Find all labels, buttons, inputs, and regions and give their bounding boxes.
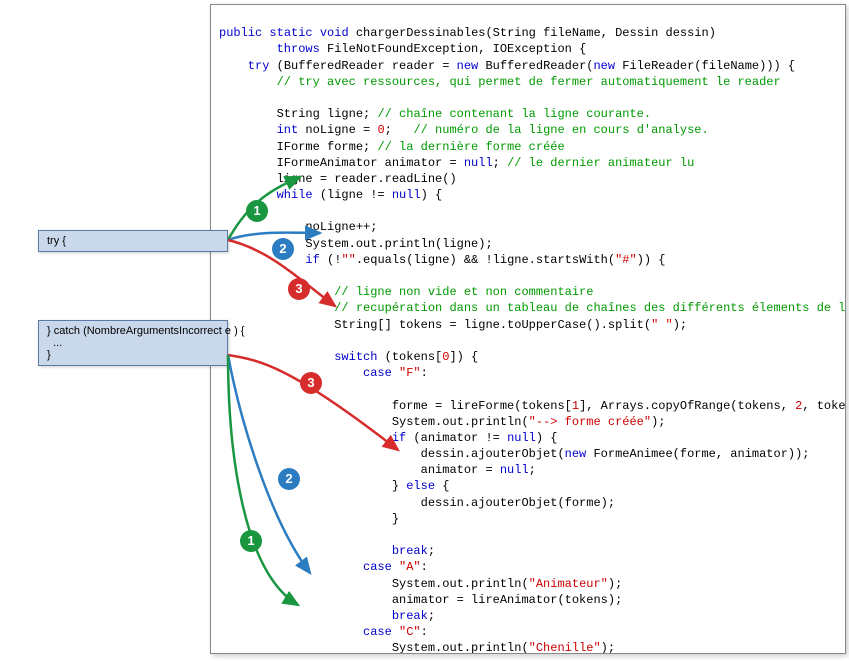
noligne: noLigne = [298,123,377,137]
kw-switch: switch [219,350,377,364]
str-chenille: "Chenille" [529,641,601,654]
kw-while: while [219,188,313,202]
cmt-forme: // la dernière forme créée [377,140,564,154]
kw-else: else [406,479,435,493]
lireanimator: animator = lireAnimator(tokens); [219,593,622,607]
kw-try: try [219,59,269,73]
if2-mid: (animator != [406,431,507,445]
case-f-c: : [421,366,428,380]
cmt-tryres: // try avec ressources, qui permet de fe… [219,75,781,89]
anim-null-b: ; [529,463,536,477]
anim-null-a: animator = [219,463,500,477]
ajouter-b: FormeAnimee(forme, animator)); [586,447,809,461]
lireforme-b: ], Arrays.copyOfRange(tokens, [579,399,795,413]
break2-b: ; [428,609,435,623]
try-res: (BufferedReader reader = [269,59,456,73]
num1: 1 [572,399,579,413]
println-cree-b: ); [651,415,665,429]
filereader: FileReader(fileName))) { [615,59,795,73]
lireforme-c: , tokens.le [802,399,846,413]
str-a: "A" [392,560,421,574]
kw-null1: null [464,156,493,170]
if-mid: .equals(ligne) && !ligne.startsWith( [356,253,615,267]
str-f: "F" [392,366,421,380]
str-empty: "" [341,253,355,267]
kw-if: if [219,253,320,267]
else-a: } [219,479,406,493]
println-anim-a: System.out.println( [219,577,529,591]
lireforme-a: forme = lireForme(tokens[ [219,399,572,413]
if-neg: (! [320,253,342,267]
else-b: { [435,479,449,493]
badge-bot-3: 3 [300,372,322,394]
println-chen-b: ); [601,641,615,654]
while-cond: (ligne != [313,188,392,202]
badge-top-3: 3 [288,278,310,300]
tokens-a: String[] tokens = ligne.toUpperCase().sp… [219,318,651,332]
tokens-b: ); [673,318,687,332]
code-panel: public static void chargerDessinables(St… [210,4,846,654]
throws-list: FileNotFoundException, IOException { [320,42,586,56]
annotation-catch: } catch (NombreArgumentsIncorrect e ) { … [38,320,228,366]
kw-throws: throws [219,42,320,56]
badge-top-1: 1 [246,200,268,222]
cmt-nonvide: // ligne non vide et non commentaire [219,285,593,299]
kw-null4: null [500,463,529,477]
kw-case-a: case [219,560,392,574]
break1-b: ; [428,544,435,558]
badge-bot-1: 1 [240,530,262,552]
kw-null2: null [392,188,421,202]
switch-b: ]) { [449,350,478,364]
decl-forme: IForme forme; [219,140,377,154]
kw-public: public [219,26,262,40]
noligne-end: ; [385,123,414,137]
println-chen-a: System.out.println( [219,641,529,654]
while-end: ) { [421,188,443,202]
kw-case-c: case [219,625,392,639]
badge-bot-2: 2 [278,468,300,490]
println-ligne: System.out.println(ligne); [219,237,493,251]
cmt-recup: // recupération dans un tableau de chaîn… [219,301,846,315]
str-c: "C" [392,625,421,639]
kw-void: void [313,26,349,40]
ajouter-a: dessin.ajouterObjet( [219,447,565,461]
inc-noligne: noLigne++; [219,220,377,234]
num0a: 0 [377,123,384,137]
badge-top-2: 2 [272,238,294,260]
str-cree: "--> forme créée" [529,415,651,429]
cmt-noligne: // numéro de la ligne en cours d'analyse… [413,123,708,137]
if-end: )) { [637,253,666,267]
switch-a: (tokens[ [377,350,442,364]
case-c-c: : [421,625,428,639]
kw-break2: break [219,609,428,623]
annotation-try: try { [38,230,228,252]
method-sig: chargerDessinables(String fileName, Dess… [349,26,716,40]
println-cree-a: System.out.println( [219,415,529,429]
kw-new1: new [457,59,479,73]
decl-ligne: String ligne; [219,107,377,121]
cmt-anim: // le dernier animateur lu [507,156,694,170]
kw-null3: null [507,431,536,445]
kw-if2: if [219,431,406,445]
str-hash: "#" [615,253,637,267]
str-space: " " [651,318,673,332]
cmt-ligne: // chaîne contenant la ligne courante. [377,107,651,121]
str-animateur: "Animateur" [529,577,608,591]
ajouter-forme: dessin.ajouterObjet(forme); [219,496,615,510]
kw-int: int [219,123,298,137]
case-a-c: : [421,560,428,574]
println-anim-b: ); [608,577,622,591]
close-else: } [219,512,399,526]
kw-static: static [262,26,312,40]
decl-anim: IFormeAnimator animator = [219,156,464,170]
kw-new2: new [593,59,615,73]
kw-new3: new [565,447,587,461]
if2-end: ) { [536,431,558,445]
bufreader: BufferedReader( [478,59,593,73]
anim-end: ; [493,156,507,170]
readline1: ligne = reader.readLine() [219,172,457,186]
